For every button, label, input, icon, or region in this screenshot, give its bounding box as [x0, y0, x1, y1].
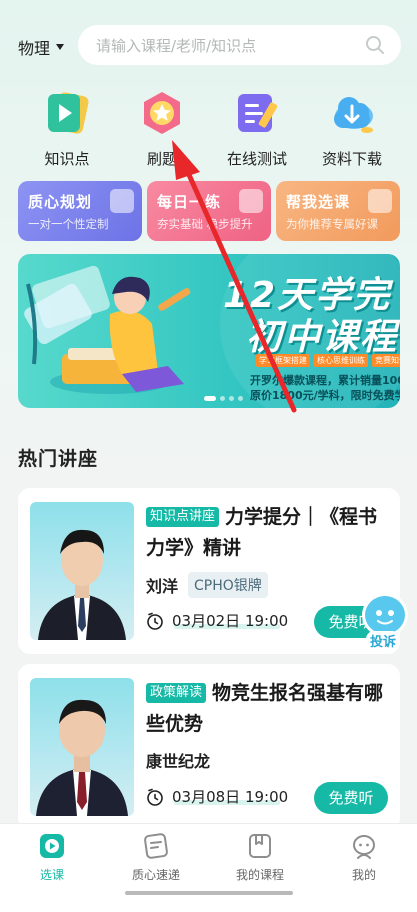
quick-entry-download[interactable]: 资料下载 — [307, 88, 397, 169]
tile-subtitle: 为你推荐专属好课 — [286, 217, 378, 231]
quick-entry-practice[interactable]: 刷题 — [117, 88, 207, 169]
pagination-dot — [204, 396, 216, 401]
section-title: 热门讲座 — [18, 448, 99, 470]
quick-entry-label: 在线测试 — [226, 150, 287, 168]
tile-planning[interactable]: 质心规划 一对一个性定制 — [18, 181, 142, 241]
profile-icon — [350, 832, 378, 860]
banner-chip: 学习框架搭建 — [256, 354, 310, 367]
lecture-tag: 政策解读 — [146, 683, 207, 703]
bottom-nav: 选课 质心速递 我的课程 我的 — [0, 823, 417, 912]
free-listen-button[interactable]: 免费听 — [314, 782, 388, 814]
tile-daily-practice[interactable]: 每日一练 夯实基础 稳步提升 — [147, 181, 271, 241]
complaint-button[interactable]: 投诉 — [360, 593, 410, 653]
quick-entry-knowledge[interactable]: 知识点 — [22, 88, 112, 169]
course-select-icon — [38, 832, 66, 860]
lecture-title: 政策解读 物竞生报名强基有哪些优势 — [146, 678, 390, 740]
lecture-card[interactable]: 政策解读 物竞生报名强基有哪些优势 康世纪龙 03月08日 19:00 免费听 — [18, 664, 400, 830]
clock-icon — [147, 612, 163, 630]
practice-icon — [137, 88, 187, 138]
quick-entry-label: 资料下载 — [321, 150, 382, 168]
home-indicator — [125, 891, 293, 895]
top-bar: 物理 请输入课程/老师/知识点 — [0, 22, 417, 68]
teacher-name: 康世纪龙 — [146, 752, 211, 771]
banner-line-2: 原价1800元/学科，限时免费学 — [250, 389, 400, 402]
tile-subtitle: 一对一个性定制 — [28, 217, 109, 231]
banner-headline-2: 初中课程 — [246, 317, 399, 358]
nav-item-express[interactable]: 质心速递 — [104, 832, 208, 883]
teacher-name: 刘洋 — [146, 577, 179, 596]
tile-course-pick[interactable]: 帮我选课 为你推荐专属好课 — [276, 181, 400, 241]
lecture-time-text: 03月08日 19:00 — [172, 788, 289, 806]
lecture-time: 03月02日 19:00 — [146, 610, 288, 631]
tile-subtitle: 夯实基础 稳步提升 — [157, 217, 253, 231]
teacher-photo — [30, 502, 134, 640]
search-bar[interactable]: 请输入课程/老师/知识点 — [78, 25, 401, 65]
promo-banner[interactable]: 12天学完 初中课程 学习框架搭建 核心思维训练 竞赛知识 开罗尔爆款课程，累计… — [18, 254, 400, 408]
nav-label: 我的课程 — [235, 868, 284, 882]
nav-item-profile[interactable]: 我的 — [312, 832, 416, 883]
quick-entry-label: 知识点 — [44, 150, 90, 168]
search-placeholder: 请输入课程/老师/知识点 — [96, 36, 257, 55]
banner-chip: 核心思维训练 — [314, 354, 368, 367]
search-icon[interactable] — [365, 35, 385, 55]
teacher-info: 康世纪龙 — [146, 748, 210, 772]
lecture-time-text: 03月02日 19:00 — [172, 612, 289, 630]
download-icon — [327, 88, 377, 138]
nav-item-course-select[interactable]: 选课 — [0, 832, 104, 883]
banner-line-1: 开罗尔爆款课程，累计销量100 — [250, 374, 400, 387]
banner-chips: 学习框架搭建 核心思维训练 竞赛知识 — [256, 354, 400, 367]
alarm-clock-icon — [239, 189, 263, 213]
quick-entry-grid: 知识点 刷题 在线测试 资料下载 — [0, 88, 417, 168]
lecture-title: 知识点讲座 力学提分｜《程书力学》精讲 — [146, 502, 390, 564]
subject-selector[interactable]: 物理 — [18, 35, 65, 59]
express-icon — [142, 832, 170, 860]
clock-icon — [147, 788, 163, 806]
nav-label: 质心速递 — [131, 868, 180, 882]
pagination-dot — [238, 396, 243, 401]
complaint-label: 投诉 — [366, 631, 401, 650]
nav-item-my-course[interactable]: 我的课程 — [208, 832, 312, 883]
knowledge-point-icon — [42, 88, 92, 138]
lecture-card[interactable]: 知识点讲座 力学提分｜《程书力学》精讲 刘洋 CPHO银牌 03月02日 19:0… — [18, 488, 400, 654]
caret-down-icon — [56, 44, 65, 50]
quick-entry-online-test[interactable]: 在线测试 — [212, 88, 302, 169]
banner-pagination — [204, 396, 243, 401]
teacher-info: 刘洋 CPHO银牌 — [146, 572, 268, 598]
online-test-icon — [232, 88, 282, 138]
lecture-tag: 知识点讲座 — [146, 507, 220, 527]
my-course-icon — [246, 832, 274, 860]
quick-entry-label: 刷题 — [146, 150, 177, 168]
checklist-icon — [110, 189, 134, 213]
teacher-badge: CPHO银牌 — [188, 572, 268, 598]
subject-label: 物理 — [18, 39, 51, 58]
pagination-dot — [220, 396, 225, 401]
lecture-time: 03月08日 19:00 — [146, 786, 288, 807]
pagination-dot — [229, 396, 234, 401]
banner-illustration — [24, 265, 191, 394]
banner-chip: 竞赛知识 — [372, 354, 400, 367]
feature-tiles: 质心规划 一对一个性定制 每日一练 夯实基础 稳步提升 帮我选课 为你推荐专属好… — [18, 181, 400, 241]
nav-label: 选课 — [39, 868, 64, 882]
teacher-photo — [30, 678, 134, 816]
nav-label: 我的 — [351, 868, 376, 882]
video-play-icon — [368, 189, 392, 213]
